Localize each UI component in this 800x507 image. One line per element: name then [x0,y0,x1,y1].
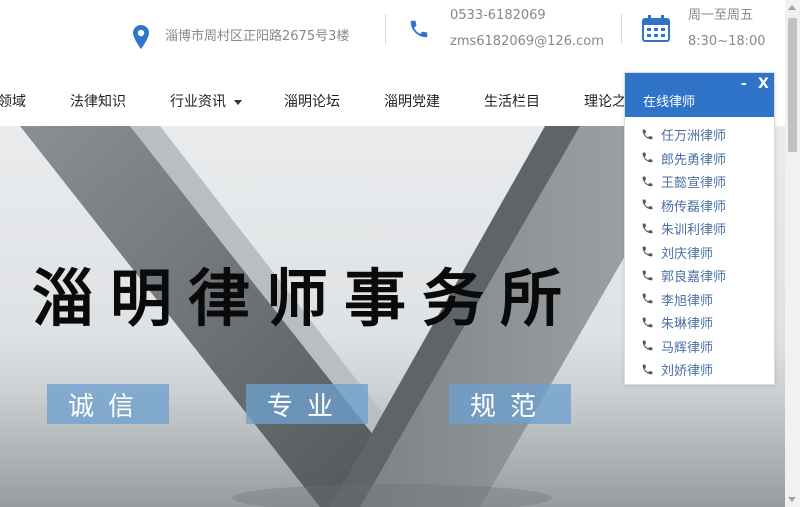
phone-icon [408,18,430,40]
nav-item-industry-news[interactable]: 行业资讯 [170,92,242,112]
phone-icon [641,175,655,189]
phone-icon [641,316,655,330]
lawyer-list-item[interactable]: 王懿宣律师 [625,170,774,194]
lawyer-name: 马辉律师 [661,340,714,356]
divider [385,14,386,44]
phone-icon [641,292,655,306]
lawyer-list-item[interactable]: 郭良嘉律师 [625,264,774,288]
lawyer-list-item[interactable]: 刘娇律师 [625,358,774,382]
lawyer-name: 刘娇律师 [661,364,714,380]
phone-number[interactable]: 0533-6182069 [450,4,604,28]
lawyer-list-item[interactable]: 任万洲律师 [625,123,774,147]
lawyer-list-item[interactable]: 朱训利律师 [625,217,774,241]
close-button[interactable]: X [758,76,769,92]
lawyer-name: 杨传磊律师 [661,199,727,215]
nav-item-industry-news-label: 行业资讯 [170,94,226,110]
phone-icon [641,269,655,283]
lawyer-name: 朱琳律师 [661,317,714,333]
lawyer-list-item[interactable]: 刘庆律师 [625,241,774,265]
widget-header: 在线律师 - X [625,73,774,117]
page-scrollbar[interactable] [785,0,800,507]
lawyer-name: 王懿宣律师 [661,176,727,192]
lawyer-name: 郎先勇律师 [661,152,727,168]
nav-item-forum[interactable]: 淄明论坛 [284,92,340,112]
business-hours: 8:30~18:00 [688,34,766,49]
business-hours-info: 周一至周五 8:30~18:00 [642,4,766,54]
phone-icon [641,245,655,259]
business-days: 周一至周五 [688,8,754,23]
calendar-icon [642,15,670,43]
phone-icon [641,198,655,212]
nav-item-party-building[interactable]: 淄明党建 [384,92,440,112]
email-address[interactable]: zms6182069@126.com [450,30,604,54]
scroll-up-arrow-icon[interactable] [788,5,796,10]
lawyer-list-item[interactable]: 郎先勇律师 [625,147,774,171]
phone-icon [641,363,655,377]
tag-professional: 专业 [246,384,368,424]
nav-item-fields[interactable]: 领域 [0,92,26,112]
caret-down-icon [234,99,242,105]
scroll-thumb[interactable] [788,18,797,152]
tag-integrity: 诚信 [47,384,169,424]
hero-title: 淄明律师事务所 [32,262,579,335]
lawyer-list-item[interactable]: 朱琳律师 [625,311,774,335]
contact-info: 0533-6182069 zms6182069@126.com [408,4,604,54]
lawyer-list-item[interactable]: 马辉律师 [625,335,774,359]
lawyer-list-item[interactable]: 杨传磊律师 [625,194,774,218]
top-info-bar: 淄博市周村区正阳路2675号3楼 0533-6182069 zms6182069… [0,0,785,78]
nav-item-legal-knowledge[interactable]: 法律知识 [70,92,126,112]
phone-icon [641,128,655,142]
address-info: 淄博市周村区正阳路2675号3楼 [133,20,349,54]
lawyer-list: 任万洲律师郎先勇律师王懿宣律师杨传磊律师朱训利律师刘庆律师郭良嘉律师李旭律师朱琳… [625,117,774,382]
nav-item-life-column[interactable]: 生活栏目 [484,92,540,112]
online-lawyer-widget: 在线律师 - X 任万洲律师郎先勇律师王懿宣律师杨传磊律师朱训利律师刘庆律师郭良… [624,72,775,385]
minimize-button[interactable]: - [741,76,747,92]
lawyer-name: 刘庆律师 [661,246,714,262]
address-text: 淄博市周村区正阳路2675号3楼 [165,29,350,44]
location-pin-icon [133,25,149,49]
lawyer-name: 郭良嘉律师 [661,270,727,286]
tag-standard: 规范 [449,384,571,424]
lawyer-name: 李旭律师 [661,293,714,309]
phone-icon [641,339,655,353]
lawyer-list-item[interactable]: 李旭律师 [625,288,774,312]
scroll-down-arrow-icon[interactable] [788,497,796,502]
phone-icon [641,151,655,165]
lawyer-name: 任万洲律师 [661,129,727,145]
widget-title: 在线律师 [643,95,696,110]
lawyer-name: 朱训利律师 [661,223,727,239]
phone-icon [641,222,655,236]
divider [621,14,622,44]
